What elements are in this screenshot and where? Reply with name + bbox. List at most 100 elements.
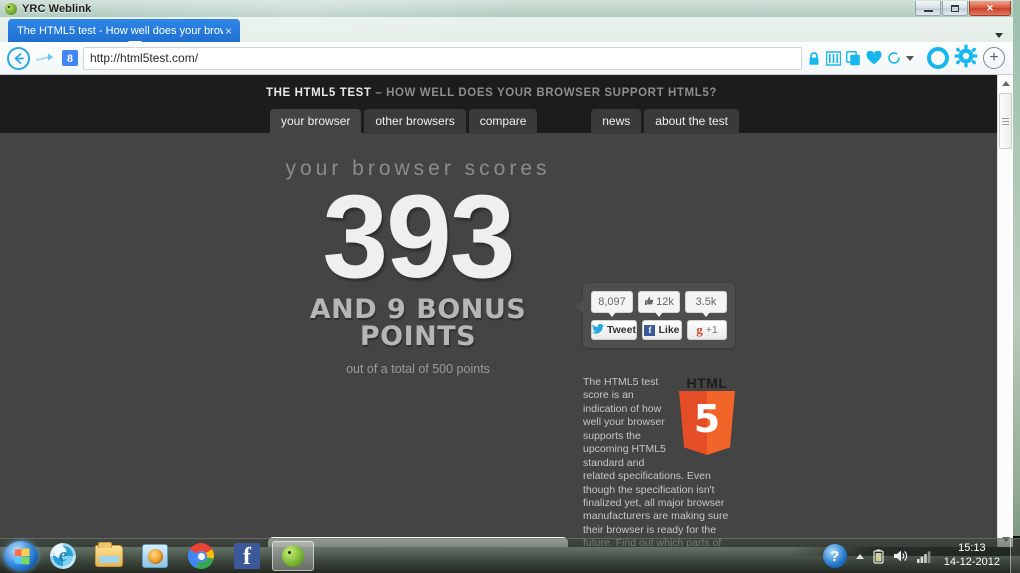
browser-tabstrip: The HTML5 test - How well does your brow… [0,17,1013,48]
tweet-button[interactable]: Tweet [591,320,637,340]
maximize-button[interactable] [942,1,968,16]
search-engine-icon[interactable]: 8 [62,50,78,66]
html5-logo-digit: 5 [693,397,721,441]
lock-icon[interactable] [807,51,821,66]
taskbar-chrome[interactable] [180,541,222,571]
back-button[interactable] [7,46,30,70]
tab-your-browser[interactable]: your browser [270,109,362,134]
tab-list-chevron-down-icon[interactable] [995,33,1003,38]
browser-window: YRC Weblink ✕ The HTML5 test - How well … [0,0,1013,547]
media-player-icon [142,544,168,568]
html5-logo: HTML 5 [678,376,736,455]
site-nav-right: news about the test [591,109,739,134]
site-title-sub: – HOW WELL DOES YOUR BROWSER SUPPORT HTM… [375,87,717,99]
scrollbar-up-arrow-icon[interactable] [998,75,1013,91]
score-number: 393 [322,171,516,303]
app-bird-icon [5,2,17,15]
battery-icon[interactable] [873,549,884,564]
equalizer-icon[interactable] [826,50,841,66]
close-button[interactable]: ✕ [969,1,1011,16]
site-title-main: THE HTML5 TEST [266,87,372,99]
bird-icon [282,545,304,567]
tweet-button-label: Tweet [607,324,636,336]
taskbar-media-player[interactable] [134,541,176,571]
browser-viewport: THE HTML5 TEST – HOW WELL DOES YOUR BROW… [0,75,1013,547]
facebook-icon: f [234,543,260,569]
share-count-row: 8,097 12k 3.5k [591,291,727,317]
html5-logo-wordmark: HTML [686,375,728,391]
forward-button[interactable] [35,47,57,69]
tab-pointer [128,41,142,48]
start-button[interactable] [4,541,38,571]
settings-gear-icon[interactable] [954,44,978,73]
heart-icon[interactable] [866,51,882,65]
score-bonus-line1: AND 9 BONUS [309,293,527,325]
facebook-f-icon: f [644,324,656,336]
browser-toolbar: 8 http://html5test.com/ + [0,42,1013,75]
taskbar-clock[interactable]: 15:13 14-12-2012 [942,542,1000,570]
site-title: THE HTML5 TEST – HOW WELL DOES YOUR BROW… [0,87,997,99]
site-nav: your browser other browsers compare news… [0,109,997,134]
score-bonus-line2: POINTS [359,320,477,352]
googleplus-count: 3.5k [685,291,727,317]
volume-icon[interactable] [893,549,908,563]
internet-explorer-icon [50,543,76,569]
thumbs-up-icon [644,296,654,309]
taskbar-facebook[interactable]: f [226,541,268,571]
window-controls: ✕ [915,1,1011,16]
taskbar-yrc-weblink[interactable] [272,541,314,571]
social-share-widget: 8,097 12k 3.5k Tweet f Like g +1 [575,283,735,348]
network-signal-icon[interactable] [916,549,933,563]
page-body: your browser scores 393 AND 9 BONUS POIN… [0,133,997,547]
toolbar-chevron-down-icon[interactable] [906,55,914,61]
address-bar-text: http://html5test.com/ [90,51,199,65]
chrome-icon [188,543,214,569]
refresh-icon[interactable] [887,51,901,65]
system-tray: ? 15:13 14-12-2012 [822,542,1006,570]
tray-expand-chevron-up-icon[interactable] [855,553,864,559]
tweet-count: 8,097 [591,291,633,317]
sync-icon[interactable] [927,47,949,69]
like-button-label: Like [658,324,680,336]
tab-other-browsers[interactable]: other browsers [364,109,466,134]
windows-logo-icon [14,547,29,565]
html5-shield-icon: 5 [679,391,735,455]
clock-time: 15:13 [958,542,986,555]
browser-tab-label: The HTML5 test - How well does your brow… [17,24,223,37]
browser-tab[interactable]: The HTML5 test - How well does your brow… [8,19,240,48]
share-button-row: Tweet f Like g +1 [591,320,728,340]
google-plus-icon: g [696,322,703,337]
googleplus-button-label: +1 [705,324,718,336]
page-scrollbar[interactable] [997,75,1013,547]
tab-compare[interactable]: compare [468,109,538,134]
score-total: out of a total of 500 points [346,361,490,376]
facebook-count-value: 12k [656,296,674,308]
description-block: HTML 5 The HTML5 test score is an indica… [583,376,736,547]
window-title: YRC Weblink [22,2,92,15]
taskbar-file-explorer[interactable] [88,541,130,571]
scrollbar-thumb[interactable] [999,93,1012,149]
page-content: THE HTML5 TEST – HOW WELL DOES YOUR BROW… [0,75,997,547]
copy-icon[interactable] [846,50,861,66]
tab-about-the-test[interactable]: about the test [644,109,739,134]
twitter-bird-icon [592,323,604,337]
show-desktop-button[interactable] [1010,538,1020,573]
address-bar-input[interactable]: http://html5test.com/ [83,46,802,70]
minimize-button[interactable] [915,1,941,16]
taskbar-internet-explorer[interactable] [42,541,84,571]
facebook-count: 12k [638,291,680,317]
site-header: THE HTML5 TEST – HOW WELL DOES YOUR BROW… [0,75,997,134]
facebook-like-button[interactable]: f Like [641,320,682,340]
new-tab-plus-icon[interactable]: + [983,47,1005,69]
tab-close-icon[interactable]: × [223,25,234,37]
window-titlebar[interactable]: YRC Weblink ✕ [0,0,1013,17]
help-icon[interactable]: ? [822,544,847,568]
scrollbar-grip [1002,116,1009,127]
googleplus-button[interactable]: g +1 [687,320,728,340]
folder-icon [95,542,123,567]
score-panel: your browser scores 393 AND 9 BONUS POIN… [266,157,570,376]
tab-news[interactable]: news [591,109,642,134]
windows-taskbar: f ? 15:13 [0,538,1020,573]
score-bonus: AND 9 BONUS POINTS [266,296,570,350]
clock-date: 14-12-2012 [943,556,1000,568]
